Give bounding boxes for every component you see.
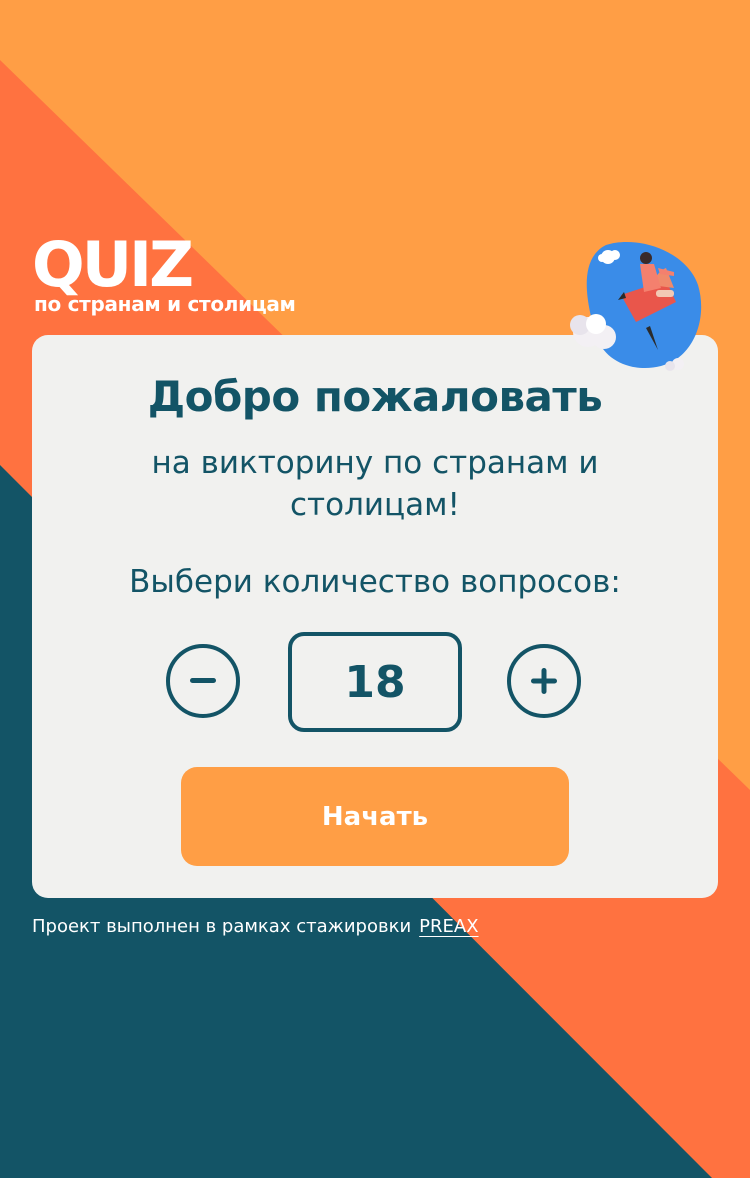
increment-button[interactable] bbox=[507, 644, 581, 718]
decrement-button[interactable] bbox=[166, 644, 240, 718]
logo: QUIZ по странам и столицам bbox=[32, 228, 296, 317]
welcome-subtitle: на викторину по странам и столицам! bbox=[151, 445, 599, 523]
welcome-title: Добро пожаловать bbox=[147, 372, 603, 421]
start-button[interactable]: Начать bbox=[181, 767, 569, 866]
question-count-prompt: Выбери количество вопросов: bbox=[129, 564, 621, 600]
preax-link[interactable]: PREAX bbox=[419, 916, 478, 937]
footer-text: Проект выполнен в рамках стажировки bbox=[32, 916, 412, 937]
logo-subtitle: по странам и столицам bbox=[34, 292, 296, 316]
rocket-girl-illustration bbox=[570, 241, 702, 371]
plus-icon bbox=[531, 668, 557, 694]
minus-icon bbox=[190, 678, 216, 683]
logo-title: QUIZ bbox=[32, 228, 194, 301]
question-count-value[interactable]: 18 bbox=[288, 632, 462, 732]
footer: Проект выполнен в рамках стажировки PREAX bbox=[32, 914, 479, 940]
